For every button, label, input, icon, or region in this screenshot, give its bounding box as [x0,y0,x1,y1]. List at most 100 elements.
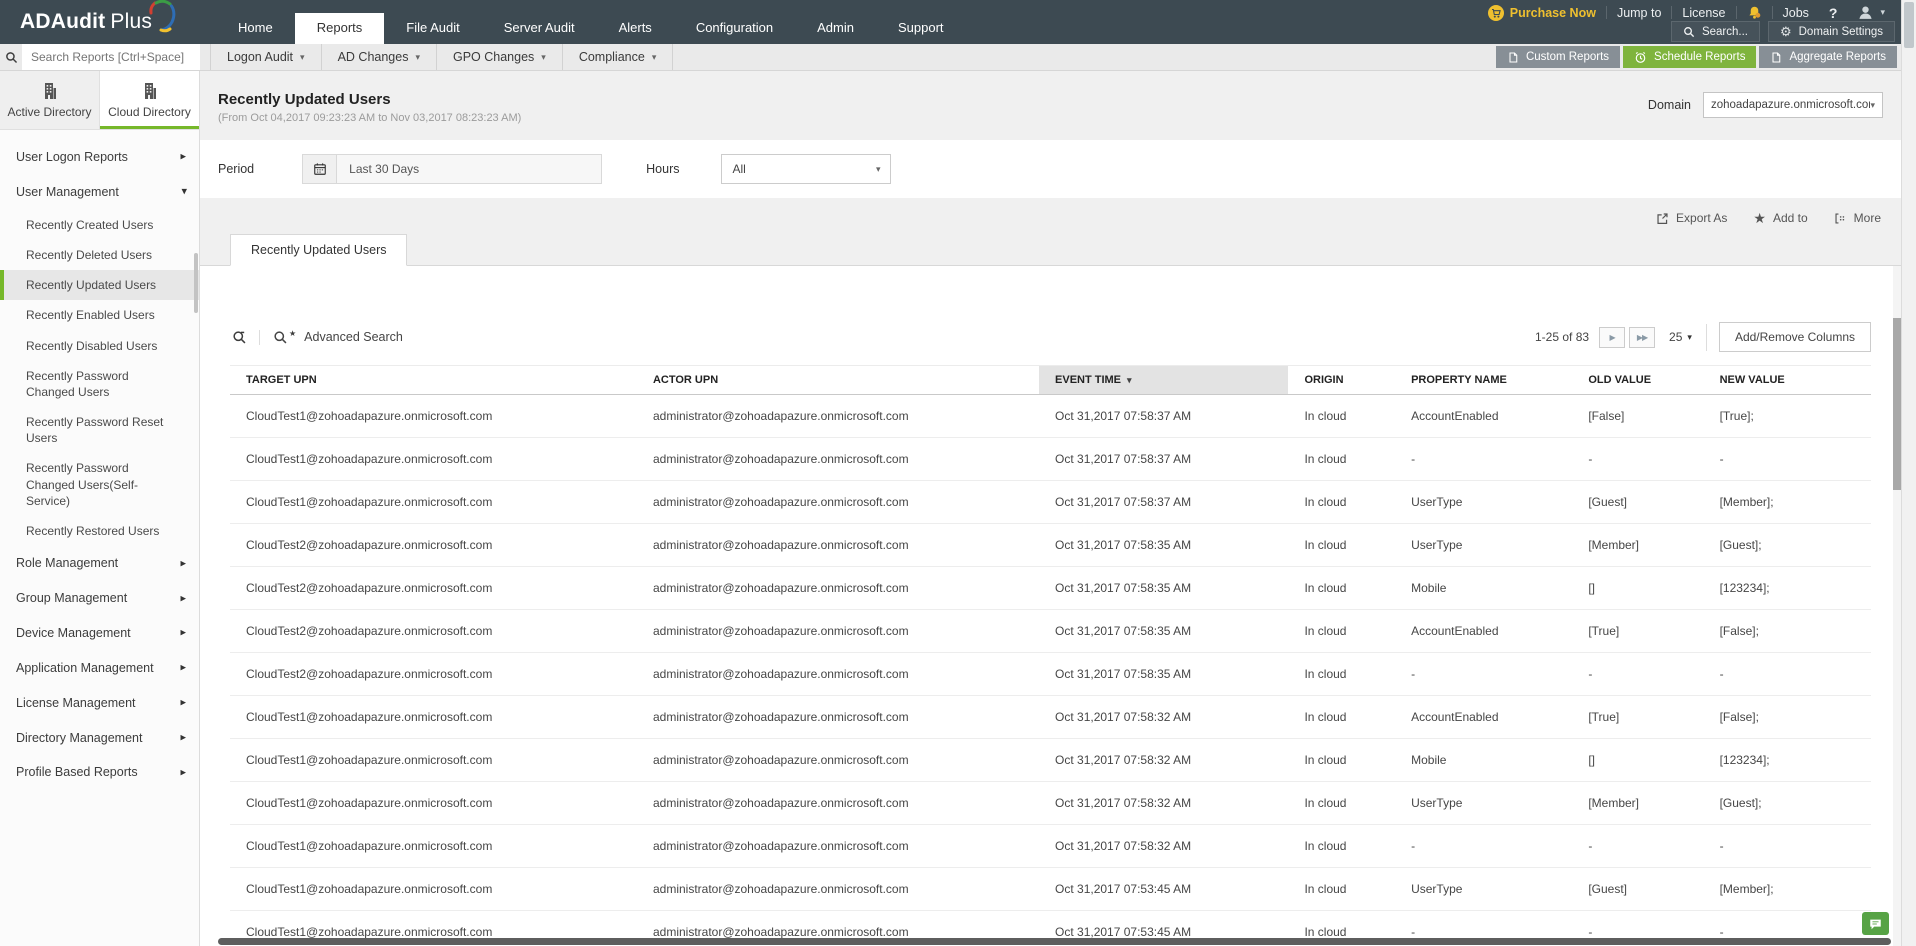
cell-origin: In cloud [1288,395,1395,438]
next-page-button[interactable]: ▶ [1599,327,1625,348]
sidebar-item[interactable]: Recently Updated Users [0,270,199,300]
jump-to-link[interactable]: Jump to [1607,6,1671,20]
last-page-button[interactable]: ▶▶ [1629,327,1655,348]
sidebar-item[interactable]: Recently Restored Users [0,516,199,546]
table-row[interactable]: CloudTest2@zohoadapazure.onmicrosoft.com… [230,524,1871,567]
directory-tab[interactable]: Cloud Directory [100,71,199,129]
column-header-event-time[interactable]: EVENT TIME▾ [1039,366,1288,395]
custom-reports-button[interactable]: Custom Reports [1496,46,1620,68]
search-reports-input[interactable] [22,44,200,70]
app-logo[interactable]: ADAuditPlus [0,0,180,44]
sidebar-item[interactable]: Recently Deleted Users [0,240,199,270]
topnav-item[interactable]: Alerts [597,13,674,44]
hours-select[interactable]: All ▾ [721,154,891,184]
topnav-item[interactable]: Admin [795,13,876,44]
sidebar-item[interactable]: Directory Management [0,721,199,756]
topnav-item[interactable]: File Audit [384,13,481,44]
directory-tab[interactable]: Active Directory [0,71,100,129]
aggregate-reports-button[interactable]: Aggregate Reports [1759,46,1897,68]
directory-tabs: Active Directory Cloud Directory [0,71,199,130]
table-scrollbar[interactable] [1893,266,1901,946]
table-row[interactable]: CloudTest2@zohoadapazure.onmicrosoft.com… [230,610,1871,653]
horizontal-scrollbar[interactable] [218,938,1891,945]
domain-settings-button[interactable]: ⚙ Domain Settings [1768,21,1895,42]
cart-icon [1488,5,1504,21]
sidebar-item[interactable]: Device Management [0,616,199,651]
sidebar-item[interactable]: Recently Disabled Users [0,331,199,361]
calendar-icon[interactable] [303,155,337,183]
chat-feedback-button[interactable] [1862,912,1889,935]
table-row[interactable]: CloudTest1@zohoadapazure.onmicrosoft.com… [230,739,1871,782]
column-header-old-value[interactable]: OLD VALUE [1572,366,1703,395]
page-size-select[interactable]: 25 ▾ [1669,330,1692,344]
sidebar-item[interactable]: User Logon Reports [0,140,199,175]
sidebar-scrollbar[interactable] [194,253,198,313]
report-category-menu[interactable]: Compliance ▾ [563,44,674,70]
table-row[interactable]: CloudTest2@zohoadapazure.onmicrosoft.com… [230,567,1871,610]
column-header-new-value[interactable]: NEW VALUE [1704,366,1871,395]
notifications-button[interactable] [1737,5,1772,20]
report-category-menu[interactable]: Logon Audit ▾ [210,44,322,70]
sidebar-item[interactable]: Recently Password Reset Users [0,407,199,453]
topnav-item[interactable]: Home [216,13,295,44]
topnav-item[interactable]: Support [876,13,966,44]
jobs-link[interactable]: Jobs [1773,6,1819,20]
table-row[interactable]: CloudTest1@zohoadapazure.onmicrosoft.com… [230,481,1871,524]
table-row[interactable]: CloudTest1@zohoadapazure.onmicrosoft.com… [230,825,1871,868]
page-scrollbar[interactable] [1901,0,1916,946]
sidebar-item[interactable]: Recently Password Changed Users [0,361,199,407]
cell-target-upn: CloudTest2@zohoadapazure.onmicrosoft.com [230,524,637,567]
sidebar-item[interactable]: Recently Enabled Users [0,300,199,330]
global-search-button[interactable]: Search... [1671,21,1760,42]
report-category-menu[interactable]: GPO Changes ▾ [437,44,563,70]
add-remove-columns-button[interactable]: Add/Remove Columns [1719,322,1871,352]
table-row[interactable]: CloudTest2@zohoadapazure.onmicrosoft.com… [230,653,1871,696]
period-picker[interactable]: Last 30 Days [302,154,602,184]
column-search-icon[interactable] [230,330,260,345]
advanced-search-button[interactable]: ★ Advanced Search [260,330,403,345]
column-header-property-name[interactable]: PROPERTY NAME [1395,366,1572,395]
table-row[interactable]: CloudTest1@zohoadapazure.onmicrosoft.com… [230,395,1871,438]
column-header-target-upn[interactable]: TARGET UPN [230,366,637,395]
cell-origin: In cloud [1288,868,1395,911]
topnav-item[interactable]: Reports [295,13,385,44]
sidebar-item[interactable]: Profile Based Reports [0,755,199,790]
purchase-now-link[interactable]: Purchase Now [1478,5,1606,21]
sidebar-item[interactable]: Recently Password Changed Users(Self-Ser… [0,453,199,516]
cell-old-value: [Guest] [1572,868,1703,911]
sidebar-item[interactable]: Group Management [0,581,199,616]
tab-recently-updated-users[interactable]: Recently Updated Users [230,234,407,266]
cell-event-time: Oct 31,2017 07:58:32 AM [1039,825,1288,868]
schedule-reports-button[interactable]: Schedule Reports [1623,46,1756,68]
sidebar-item[interactable]: Recently Created Users [0,210,199,240]
help-button[interactable]: ? [1819,5,1848,21]
sidebar-item[interactable]: User Management [0,175,199,210]
column-header-actor-upn[interactable]: ACTOR UPN [637,366,1039,395]
search-icon [273,330,288,345]
table-row[interactable]: CloudTest1@zohoadapazure.onmicrosoft.com… [230,438,1871,481]
more-button[interactable]: More [1834,211,1881,225]
sidebar-item[interactable]: Role Management [0,546,199,581]
table-row[interactable]: CloudTest1@zohoadapazure.onmicrosoft.com… [230,696,1871,739]
cell-event-time: Oct 31,2017 07:58:35 AM [1039,653,1288,696]
cell-target-upn: CloudTest1@zohoadapazure.onmicrosoft.com [230,696,637,739]
user-menu[interactable]: ▾ [1847,4,1895,21]
add-to-button[interactable]: ★ Add to [1753,211,1807,225]
filter-bar: Period Last 30 Days Hours All ▾ [200,140,1901,198]
license-link[interactable]: License [1672,6,1735,20]
cell-old-value: [] [1572,739,1703,782]
cell-event-time: Oct 31,2017 07:58:37 AM [1039,438,1288,481]
domain-select[interactable]: zohoadapazure.onmicrosoft.com ▾ [1703,92,1883,118]
table-row[interactable]: CloudTest1@zohoadapazure.onmicrosoft.com… [230,868,1871,911]
topnav-item[interactable]: Configuration [674,13,795,44]
sidebar-item[interactable]: License Management [0,686,199,721]
export-as-button[interactable]: Export As [1656,211,1727,225]
report-category-menu[interactable]: AD Changes ▾ [322,44,437,70]
column-header-origin[interactable]: ORIGIN [1288,366,1395,395]
sidebar-item[interactable]: Application Management [0,651,199,686]
search-reports-icon[interactable] [0,44,22,70]
table-row[interactable]: CloudTest1@zohoadapazure.onmicrosoft.com… [230,782,1871,825]
topnav-item[interactable]: Server Audit [482,13,597,44]
cell-property-name: UserType [1395,524,1572,567]
cell-actor-upn: administrator@zohoadapazure.onmicrosoft.… [637,696,1039,739]
